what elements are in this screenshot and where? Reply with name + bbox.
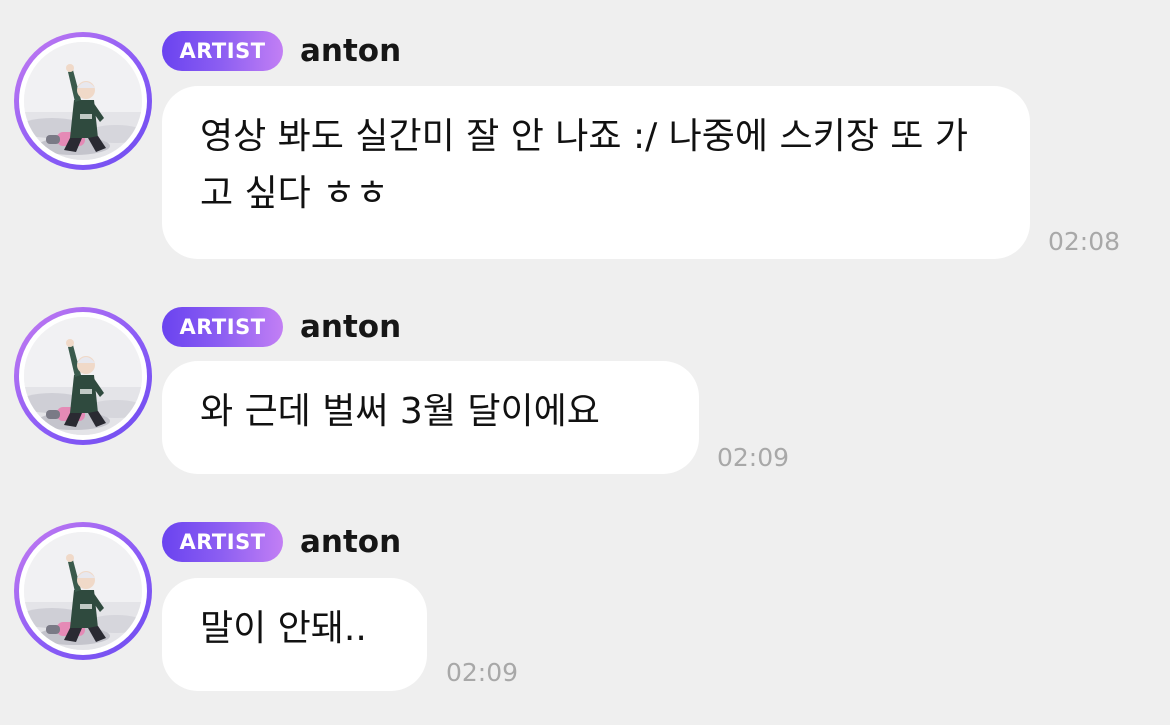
avatar[interactable]	[14, 522, 152, 660]
message-timestamp: 02:09	[446, 658, 519, 687]
avatar-photo	[24, 317, 142, 435]
avatar[interactable]	[14, 307, 152, 445]
avatar-border	[19, 37, 147, 165]
message-bubble[interactable]: 영상 봐도 실간미 잘 안 나죠 :/ 나중에 스키장 또 가고 싶다 ㅎㅎ	[162, 86, 1030, 259]
artist-badge: ARTIST	[162, 307, 283, 347]
message-timestamp: 02:08	[1048, 227, 1121, 256]
sender-name[interactable]: anton	[300, 31, 401, 71]
message-text: 영상 봐도 실간미 잘 안 나죠 :/ 나중에 스키장 또 가고 싶다 ㅎㅎ	[200, 116, 968, 214]
sender-name[interactable]: anton	[300, 307, 401, 347]
message-timestamp: 02:09	[717, 443, 790, 472]
avatar-image	[24, 317, 142, 435]
avatar[interactable]	[14, 32, 152, 170]
avatar-border	[19, 527, 147, 655]
sender-name[interactable]: anton	[300, 522, 401, 562]
message-bubble[interactable]: 말이 안돼..	[162, 578, 427, 691]
artist-badge: ARTIST	[162, 522, 283, 562]
artist-badge: ARTIST	[162, 31, 283, 71]
avatar-image	[24, 42, 142, 160]
avatar-border	[19, 312, 147, 440]
avatar-photo	[24, 532, 142, 650]
avatar-photo	[24, 42, 142, 160]
message-text: 와 근데 벌써 3월 달이에요	[200, 391, 600, 432]
message-text: 말이 안돼..	[200, 608, 367, 649]
avatar-image	[24, 532, 142, 650]
message-bubble[interactable]: 와 근데 벌써 3월 달이에요	[162, 361, 699, 474]
